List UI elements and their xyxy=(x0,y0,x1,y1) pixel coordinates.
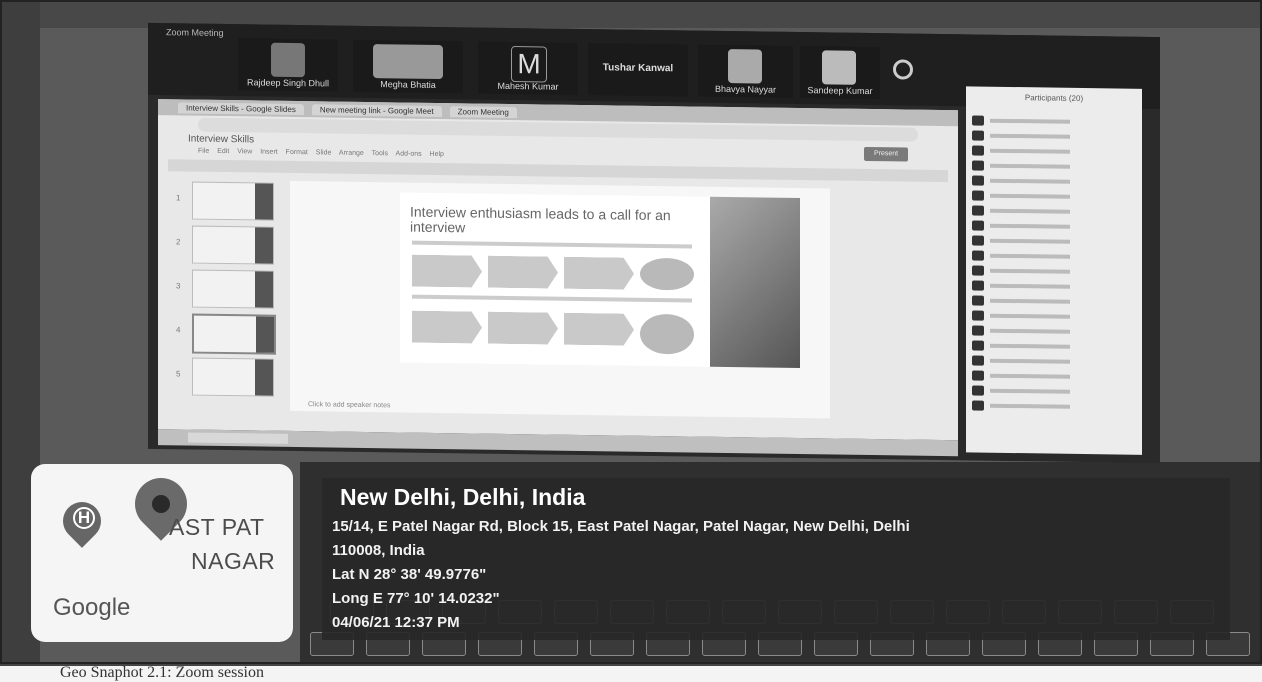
photo: Zoom Meeting Rajdeep Singh Dhull Megha B… xyxy=(0,0,1262,664)
photo-frame xyxy=(0,0,1262,664)
caption: Geo Snaphot 2.1: Zoom session xyxy=(60,664,264,681)
